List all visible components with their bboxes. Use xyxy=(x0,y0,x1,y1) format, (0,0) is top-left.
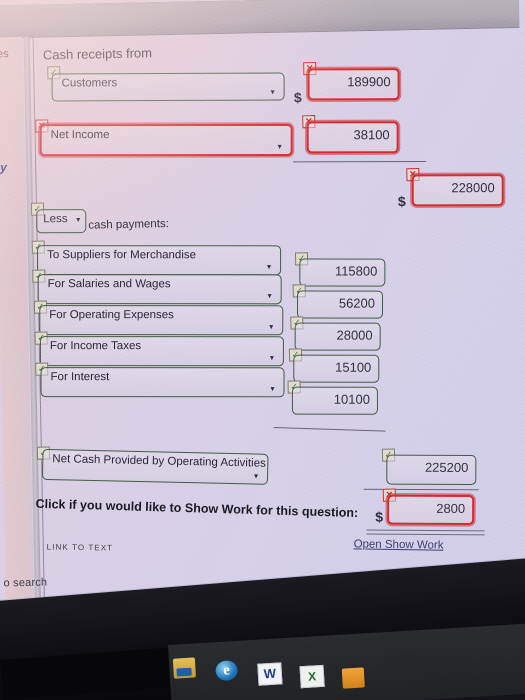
input-row-2[interactable]: 115800 xyxy=(299,258,386,287)
dropdown-row-3[interactable]: For Salaries and Wages ▾ xyxy=(37,274,282,305)
input-row-6[interactable]: 10100 xyxy=(291,386,378,415)
dropdown-row-1[interactable]: Net Income ▾ xyxy=(39,123,293,157)
subtotal-rule-payments xyxy=(273,427,386,433)
dropdown-row-0[interactable]: Customers ▾ xyxy=(51,72,285,102)
browser-page: es y o search Cash receipts from ✓ Custo… xyxy=(0,0,525,645)
dropdown-row-4-label: For Operating Expenses xyxy=(49,309,174,322)
show-work-prompt: Click if you would like to Show Work for… xyxy=(35,496,359,521)
link-to-text[interactable]: LINK TO TEXT xyxy=(47,543,114,553)
dropdown-row-6-label: For Interest xyxy=(50,371,110,384)
chevron-down-icon: ▾ xyxy=(269,353,274,363)
total-rule-top xyxy=(363,488,479,491)
input-row-5-value: 15100 xyxy=(335,359,372,375)
input-row-3[interactable]: 56200 xyxy=(296,290,384,319)
input-row-0[interactable]: 189900 xyxy=(307,68,400,101)
photographed-screen: es y o search Cash receipts from ✓ Custo… xyxy=(0,0,525,700)
dropdown-less-label: Less xyxy=(43,213,68,226)
input-row-6-value: 10100 xyxy=(333,391,370,407)
chevron-down-icon: ▾ xyxy=(76,215,81,225)
input-row-5[interactable]: 15100 xyxy=(293,354,380,383)
subtotal-rule-receipts xyxy=(293,160,427,163)
chevron-down-icon: ▾ xyxy=(269,322,274,332)
chevron-down-icon: ▾ xyxy=(270,87,275,97)
chevron-down-icon: ▾ xyxy=(267,291,272,301)
dropdown-row-0-label: Customers xyxy=(61,77,118,90)
dropdown-row-6[interactable]: For Interest ▾ xyxy=(40,367,285,398)
open-show-work-link[interactable]: Open Show Work xyxy=(354,538,444,551)
total-rule-double-2 xyxy=(366,533,485,536)
orange-app-icon[interactable] xyxy=(341,667,365,689)
dropdown-row-5-label: For Income Taxes xyxy=(49,340,142,353)
input-row-7-value: 225200 xyxy=(424,459,469,475)
word-icon[interactable]: W xyxy=(257,662,283,686)
input-row-0-value: 189900 xyxy=(347,74,391,90)
dollar-sign-final-total: $ xyxy=(375,508,384,525)
input-row-4-value: 28000 xyxy=(336,327,373,343)
dropdown-row-5[interactable]: For Income Taxes ▾ xyxy=(39,336,284,367)
dropdown-row-2[interactable]: To Suppliers for Merchandise ▾ xyxy=(37,245,282,276)
input-row-1[interactable]: 38100 xyxy=(306,121,399,154)
dropdown-row-3-label: For Salaries and Wages xyxy=(47,278,171,291)
excel-icon[interactable]: X xyxy=(299,664,325,689)
input-final-total[interactable]: 2800 xyxy=(387,494,475,526)
input-row-3-value: 56200 xyxy=(338,295,376,311)
file-explorer-icon[interactable] xyxy=(172,657,196,679)
total-rule-double-1 xyxy=(366,529,485,532)
section-header: Cash receipts from xyxy=(42,45,153,63)
chevron-down-icon: ▾ xyxy=(253,471,259,481)
cash-payments-label: cash payments: xyxy=(88,218,170,232)
dropdown-row-2-label: To Suppliers for Merchandise xyxy=(47,249,197,262)
dropdown-row-7[interactable]: Net Cash Provided by Operating Activitie… xyxy=(41,448,269,485)
input-row-4[interactable]: 28000 xyxy=(294,322,381,351)
dollar-sign-receipts-total: $ xyxy=(397,193,406,210)
input-row-1-value: 38100 xyxy=(353,127,390,143)
input-receipts-total-value: 228000 xyxy=(451,180,495,196)
dropdown-less[interactable]: Less ▾ xyxy=(36,209,87,234)
input-receipts-total[interactable]: 228000 xyxy=(411,174,504,207)
chevron-down-icon: ▾ xyxy=(277,141,282,151)
internet-explorer-icon[interactable]: e xyxy=(215,659,239,682)
dropdown-row-1-label: Net Income xyxy=(50,129,110,142)
dropdown-row-4[interactable]: For Operating Expenses ▾ xyxy=(39,305,284,336)
input-row-2-value: 115800 xyxy=(334,263,378,279)
dollar-sign-receipts: $ xyxy=(293,89,302,106)
cash-flow-form: Cash receipts from ✓ Customers ▾ ✕ $ 189… xyxy=(0,0,525,645)
input-final-total-value: 2800 xyxy=(436,500,466,516)
monitor-screen: es y o search Cash receipts from ✓ Custo… xyxy=(0,0,525,657)
input-row-7[interactable]: 225200 xyxy=(386,454,477,485)
dropdown-row-7-label: Net Cash Provided by Operating Activitie… xyxy=(52,453,266,470)
chevron-down-icon: ▾ xyxy=(267,262,272,272)
chevron-down-icon: ▾ xyxy=(270,384,275,394)
